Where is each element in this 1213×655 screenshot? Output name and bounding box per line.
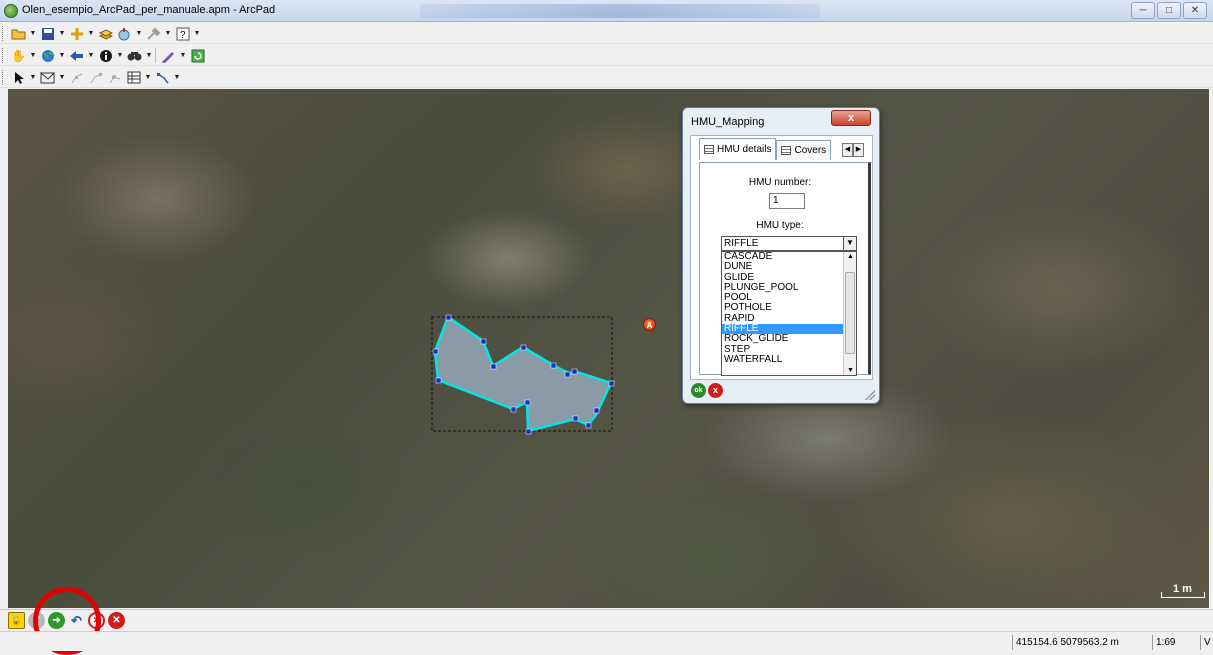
tab-label: Covers <box>794 145 827 156</box>
list-item[interactable]: WATERFALL <box>722 354 843 365</box>
vertex-move-icon[interactable] <box>106 69 123 86</box>
gps-dropdown-icon[interactable]: ▼ <box>135 25 143 42</box>
hmu-mapping-dialog: HMU_Mapping x HMU details Covers ◀ ▶ HMU… <box>682 107 880 404</box>
window-controls: ─ □ ✕ <box>1131 2 1207 19</box>
globe-icon[interactable] <box>39 47 56 64</box>
hmu-type-options-list[interactable]: CASCADE DUNE GLIDE PLUNGE_POOL POOL POTHOLE RA… <box>721 251 857 376</box>
vertex-edit-icon[interactable] <box>87 69 104 86</box>
select-dropdown-icon[interactable]: ▼ <box>29 69 37 86</box>
cancel-icon[interactable]: ✕ <box>108 612 125 629</box>
toolbar-separator <box>155 48 158 63</box>
refresh-icon[interactable] <box>189 47 206 64</box>
add-layer-icon[interactable] <box>68 25 85 42</box>
hmu-type-selected-value: RIFFLE <box>724 238 759 249</box>
dialog-close-button[interactable]: x <box>831 110 871 126</box>
dialog-ok-button[interactable]: ok <box>691 383 706 398</box>
attributes-dropdown-icon[interactable]: ▼ <box>144 69 152 86</box>
dialog-title: HMU_Mapping <box>691 116 765 128</box>
minimize-button[interactable]: ─ <box>1131 2 1155 19</box>
map-overlay <box>431 314 615 435</box>
arcpad-app-icon <box>4 4 18 18</box>
form-icon <box>704 145 714 154</box>
save-icon[interactable] <box>39 25 56 42</box>
back-icon[interactable] <box>68 47 85 64</box>
hmu-number-input[interactable]: 1 <box>769 193 805 209</box>
status-extra: V <box>1200 635 1211 650</box>
options-container: CASCADE DUNE GLIDE PLUNGE_POOL POOL POTHOLE RA… <box>722 252 856 365</box>
open-dropdown-icon[interactable]: ▼ <box>29 25 37 42</box>
dialog-cancel-button[interactable]: x <box>708 383 723 398</box>
toolbar-grip[interactable] <box>2 26 5 41</box>
scale-bar: 1 m <box>1161 583 1205 599</box>
form-icon <box>781 146 792 155</box>
map-point-a-marker[interactable]: A <box>643 318 656 331</box>
layers-icon[interactable] <box>97 25 114 42</box>
hmu-number-label: HMU number: <box>748 177 812 188</box>
tools-icon[interactable] <box>145 25 162 42</box>
line-icon[interactable] <box>154 69 171 86</box>
tab-label: HMU details <box>717 144 772 155</box>
dialog-tabs: HMU details Covers <box>699 138 832 160</box>
hmu-type-label: HMU type: <box>756 220 804 231</box>
close-button[interactable]: ✕ <box>1183 2 1207 19</box>
edit-tools-toolbar: ▼ ▼ ▼ ▼ <box>0 67 1213 88</box>
maximize-button[interactable]: □ <box>1157 2 1181 19</box>
window-title: Olen_esempio_ArcPad_per_manuale.apm - Ar… <box>22 4 276 16</box>
tab-scroll-buttons: ◀ ▶ <box>842 143 864 157</box>
line-dropdown-icon[interactable]: ▼ <box>173 69 181 86</box>
open-icon[interactable] <box>10 25 27 42</box>
find-dropdown-icon[interactable]: ▼ <box>145 47 153 64</box>
globe-dropdown-icon[interactable]: ▼ <box>58 47 66 64</box>
back-dropdown-icon[interactable]: ▼ <box>87 47 95 64</box>
tab-hmu-details[interactable]: HMU details <box>699 138 777 160</box>
polygon-icon[interactable] <box>39 69 56 86</box>
add-layer-dropdown-icon[interactable]: ▼ <box>87 25 95 42</box>
edit-icon[interactable] <box>160 47 177 64</box>
vertex-icon[interactable] <box>68 69 85 86</box>
polygon-dropdown-icon[interactable]: ▼ <box>58 69 66 86</box>
toolbar-grip[interactable] <box>2 48 5 63</box>
scale-bar-label: 1 m <box>1173 583 1192 595</box>
tools-dropdown-icon[interactable]: ▼ <box>164 25 172 42</box>
help-icon[interactable]: ? <box>174 25 191 42</box>
list-scrollbar[interactable]: ▲ ▼ <box>843 252 856 375</box>
coordinates-readout: 415154.6 5079563.2 m <box>1012 635 1119 650</box>
map-scale-readout[interactable]: 1:69 <box>1152 635 1175 650</box>
hmu-details-panel: HMU number: 1 HMU type: RIFFLE ▼ CASCADE… <box>699 162 871 376</box>
file-toolbar: ▼ ▼ ▼ ▼ ▼ ? ▼ <box>0 23 1213 44</box>
svg-text:?: ? <box>180 30 186 41</box>
title-bar: Olen_esempio_ArcPad_per_manuale.apm - Ar… <box>0 0 1213 22</box>
edit-toolbar: 🔒 ✔ ➜ ↶ ✕ ✕ <box>0 609 1213 631</box>
info-icon[interactable] <box>97 47 114 64</box>
edit-dropdown-icon[interactable]: ▼ <box>179 47 187 64</box>
map-view[interactable]: A 1 m <box>8 89 1209 608</box>
tab-scroll-right-icon[interactable]: ▶ <box>853 143 864 157</box>
help-dropdown-icon[interactable]: ▼ <box>193 25 201 42</box>
scroll-down-icon[interactable]: ▼ <box>847 367 854 374</box>
attributes-icon[interactable] <box>125 69 142 86</box>
scroll-thumb[interactable] <box>845 272 855 354</box>
dialog-body: HMU details Covers ◀ ▶ HMU number: 1 HMU… <box>690 135 873 380</box>
select-icon[interactable] <box>10 69 27 86</box>
scroll-up-icon[interactable]: ▲ <box>847 253 854 260</box>
toolbar-grip[interactable] <box>2 70 5 85</box>
save-dropdown-icon[interactable]: ▼ <box>58 25 66 42</box>
hmu-polygon[interactable] <box>433 315 613 433</box>
tab-covers[interactable]: Covers <box>776 140 832 160</box>
find-icon[interactable] <box>126 47 143 64</box>
gps-icon[interactable] <box>116 25 133 42</box>
pan-icon[interactable]: ✋ <box>10 47 27 64</box>
pan-dropdown-icon[interactable]: ▼ <box>29 47 37 64</box>
info-dropdown-icon[interactable]: ▼ <box>116 47 124 64</box>
blurred-taskbar-tab <box>420 4 820 18</box>
navigation-toolbar: ✋ ▼ ▼ ▼ ▼ ▼ ▼ <box>0 45 1213 66</box>
resize-grip-icon[interactable] <box>865 390 875 400</box>
status-bar: 415154.6 5079563.2 m 1:69 V <box>0 631 1213 651</box>
chevron-down-icon[interactable]: ▼ <box>843 237 856 250</box>
hmu-type-select[interactable]: RIFFLE ▼ <box>721 236 857 251</box>
tab-scroll-left-icon[interactable]: ◀ <box>842 143 853 157</box>
lock-icon[interactable]: 🔒 <box>8 612 25 629</box>
